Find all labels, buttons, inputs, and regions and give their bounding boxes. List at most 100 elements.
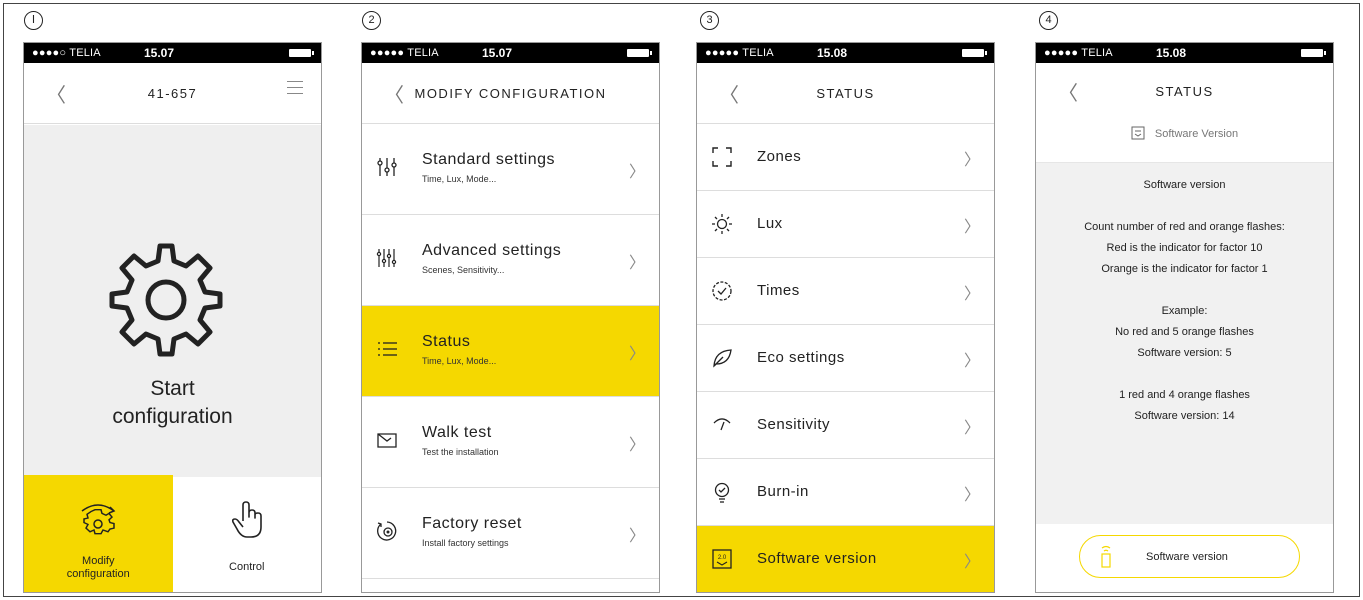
menu-item-walk-test[interactable]: Walk test Test the installation 〉 — [362, 397, 659, 488]
page-title: STATUS — [816, 86, 875, 101]
chevron-right-icon: 〉 — [628, 162, 645, 181]
chevron-right-icon: 〉 — [963, 552, 980, 571]
chevron-right-icon: 〉 — [963, 418, 980, 437]
clock-label: 15.08 — [1156, 46, 1187, 60]
status-item-sensitivity[interactable]: Sensitivity 〉 — [697, 392, 994, 459]
phone-screen-3: ●●●●● TELIA 15.08 〈 STATUS Zones 〉 Lux 〉… — [696, 42, 995, 593]
tab-modify-configuration[interactable]: Modify configuration — [24, 475, 173, 592]
walk-test-icon — [377, 433, 397, 448]
status-item-burn-in[interactable]: Burn-in 〉 — [697, 459, 994, 526]
zones-icon — [712, 147, 732, 167]
software-icon — [1131, 126, 1145, 140]
info-line: Red is the indicator for factor 10 — [1106, 242, 1263, 254]
step-number-4: 4 — [1039, 11, 1058, 30]
tab-label: Modify configuration — [66, 555, 130, 580]
nav-bar: 〈 MODIFY CONFIGURATION — [362, 63, 659, 124]
phone-screen-1: ●●●●○ TELIA 15.07 〈 41-657 Start configu… — [23, 42, 322, 593]
carrier-label: ●●●●○ TELIA — [32, 47, 101, 59]
sun-icon — [712, 214, 732, 234]
status-bar: ●●●●● TELIA 15.07 — [362, 43, 659, 63]
tab-control[interactable]: Control — [173, 475, 322, 592]
chevron-right-icon: 〉 — [963, 485, 980, 504]
chevron-right-icon: 〉 — [628, 344, 645, 363]
menu-item-advanced-settings[interactable]: Advanced settings Scenes, Sensitivity...… — [362, 215, 659, 306]
nav-bar: 〈 STATUS — [697, 63, 994, 124]
carrier-label: ●●●●● TELIA — [370, 47, 439, 59]
step-number-1: Ⅰ — [24, 11, 43, 30]
info-line: Orange is the indicator for factor 1 — [1101, 263, 1268, 275]
clock-label: 15.07 — [482, 46, 513, 60]
chevron-right-icon: 〉 — [963, 217, 980, 236]
reset-icon — [377, 521, 397, 541]
info-line: Software version: 14 — [1134, 410, 1235, 422]
clock-label: 15.08 — [817, 46, 848, 60]
item-subtitle: Time, Lux, Mode... — [422, 356, 497, 366]
software-version-button[interactable]: Software version — [1079, 535, 1300, 578]
start-panel[interactable]: Start configuration — [24, 125, 321, 477]
modify-config-icon — [81, 504, 116, 535]
status-item-times[interactable]: Times 〉 — [697, 258, 994, 325]
chevron-right-icon: 〉 — [628, 253, 645, 272]
advanced-sliders-icon — [376, 249, 397, 267]
item-title: Advanced settings — [422, 242, 562, 259]
page-title: MODIFY CONFIGURATION — [414, 86, 607, 101]
sensitivity-icon — [713, 418, 731, 431]
info-line: Software version — [1143, 179, 1226, 191]
battery-icon — [1301, 49, 1326, 57]
nav-bar: 〈 STATUS Software Version — [1036, 63, 1333, 163]
item-subtitle: Test the installation — [422, 447, 499, 457]
item-title: Burn-in — [757, 483, 809, 500]
status-bar: ●●●●● TELIA 15.08 — [697, 43, 994, 63]
sliders-icon — [377, 158, 397, 176]
footer: Software version — [1036, 524, 1333, 592]
carrier-label: ●●●●● TELIA — [1044, 47, 1113, 59]
info-line: Example: — [1161, 305, 1208, 317]
item-subtitle: Time, Lux, Mode... — [422, 174, 497, 184]
status-item-software-version[interactable]: 2.0 Software version 〉 — [697, 526, 994, 592]
item-title: Eco settings — [757, 349, 845, 366]
item-title: Standard settings — [422, 151, 556, 168]
hand-pointer-icon — [231, 501, 262, 538]
software-icon: 2.0 — [712, 549, 732, 569]
bulb-icon — [714, 482, 730, 503]
clock-icon — [712, 281, 732, 301]
software-version-info: Software version Count number of red and… — [1036, 163, 1333, 526]
menu-item-factory-reset[interactable]: Factory reset Install factory settings 〉 — [362, 488, 659, 579]
page-title: 41-657 — [147, 86, 198, 101]
menu-item-standard-settings[interactable]: Standard settings Time, Lux, Mode... 〉 — [362, 124, 659, 215]
chevron-right-icon: 〉 — [628, 526, 645, 545]
item-title: Zones — [757, 148, 802, 165]
info-line: Software version: 5 — [1137, 347, 1232, 359]
status-bar: ●●●●● TELIA 15.08 — [1036, 43, 1333, 63]
info-line: 1 red and 4 orange flashes — [1119, 389, 1250, 401]
battery-icon — [627, 49, 652, 57]
phone-screen-4: ●●●●● TELIA 15.08 〈 STATUS Software Vers… — [1035, 42, 1334, 593]
phone-screen-2: ●●●●● TELIA 15.07 〈 MODIFY CONFIGURATION… — [361, 42, 660, 593]
menu-item-status[interactable]: Status Time, Lux, Mode... 〉 — [362, 306, 659, 397]
item-title: Software version — [757, 550, 877, 567]
status-item-lux[interactable]: Lux 〉 — [697, 191, 994, 258]
nav-bar: 〈 41-657 — [24, 63, 321, 124]
status-item-eco-settings[interactable]: Eco settings 〉 — [697, 325, 994, 392]
step-number-3: 3 — [700, 11, 719, 30]
item-title: Times — [757, 282, 800, 299]
start-configuration-label: Start configuration — [112, 377, 233, 428]
page-title: STATUS — [1155, 84, 1214, 99]
item-title: Factory reset — [422, 515, 522, 532]
item-title: Sensitivity — [757, 416, 831, 433]
chevron-right-icon: 〉 — [963, 150, 980, 169]
device-signal-icon — [1101, 545, 1111, 568]
battery-icon — [962, 49, 987, 57]
item-title: Walk test — [422, 424, 492, 441]
hamburger-menu-icon[interactable] — [287, 81, 303, 99]
status-item-zones[interactable]: Zones 〉 — [697, 124, 994, 191]
chevron-right-icon: 〉 — [628, 435, 645, 454]
list-icon — [378, 342, 397, 356]
chevron-right-icon: 〉 — [963, 284, 980, 303]
button-label: Software version — [1146, 551, 1228, 563]
battery-icon — [289, 49, 314, 57]
item-title: Lux — [757, 215, 783, 232]
svg-text:2.0: 2.0 — [718, 555, 727, 561]
chevron-right-icon: 〉 — [963, 351, 980, 370]
info-line: No red and 5 orange flashes — [1115, 326, 1254, 338]
